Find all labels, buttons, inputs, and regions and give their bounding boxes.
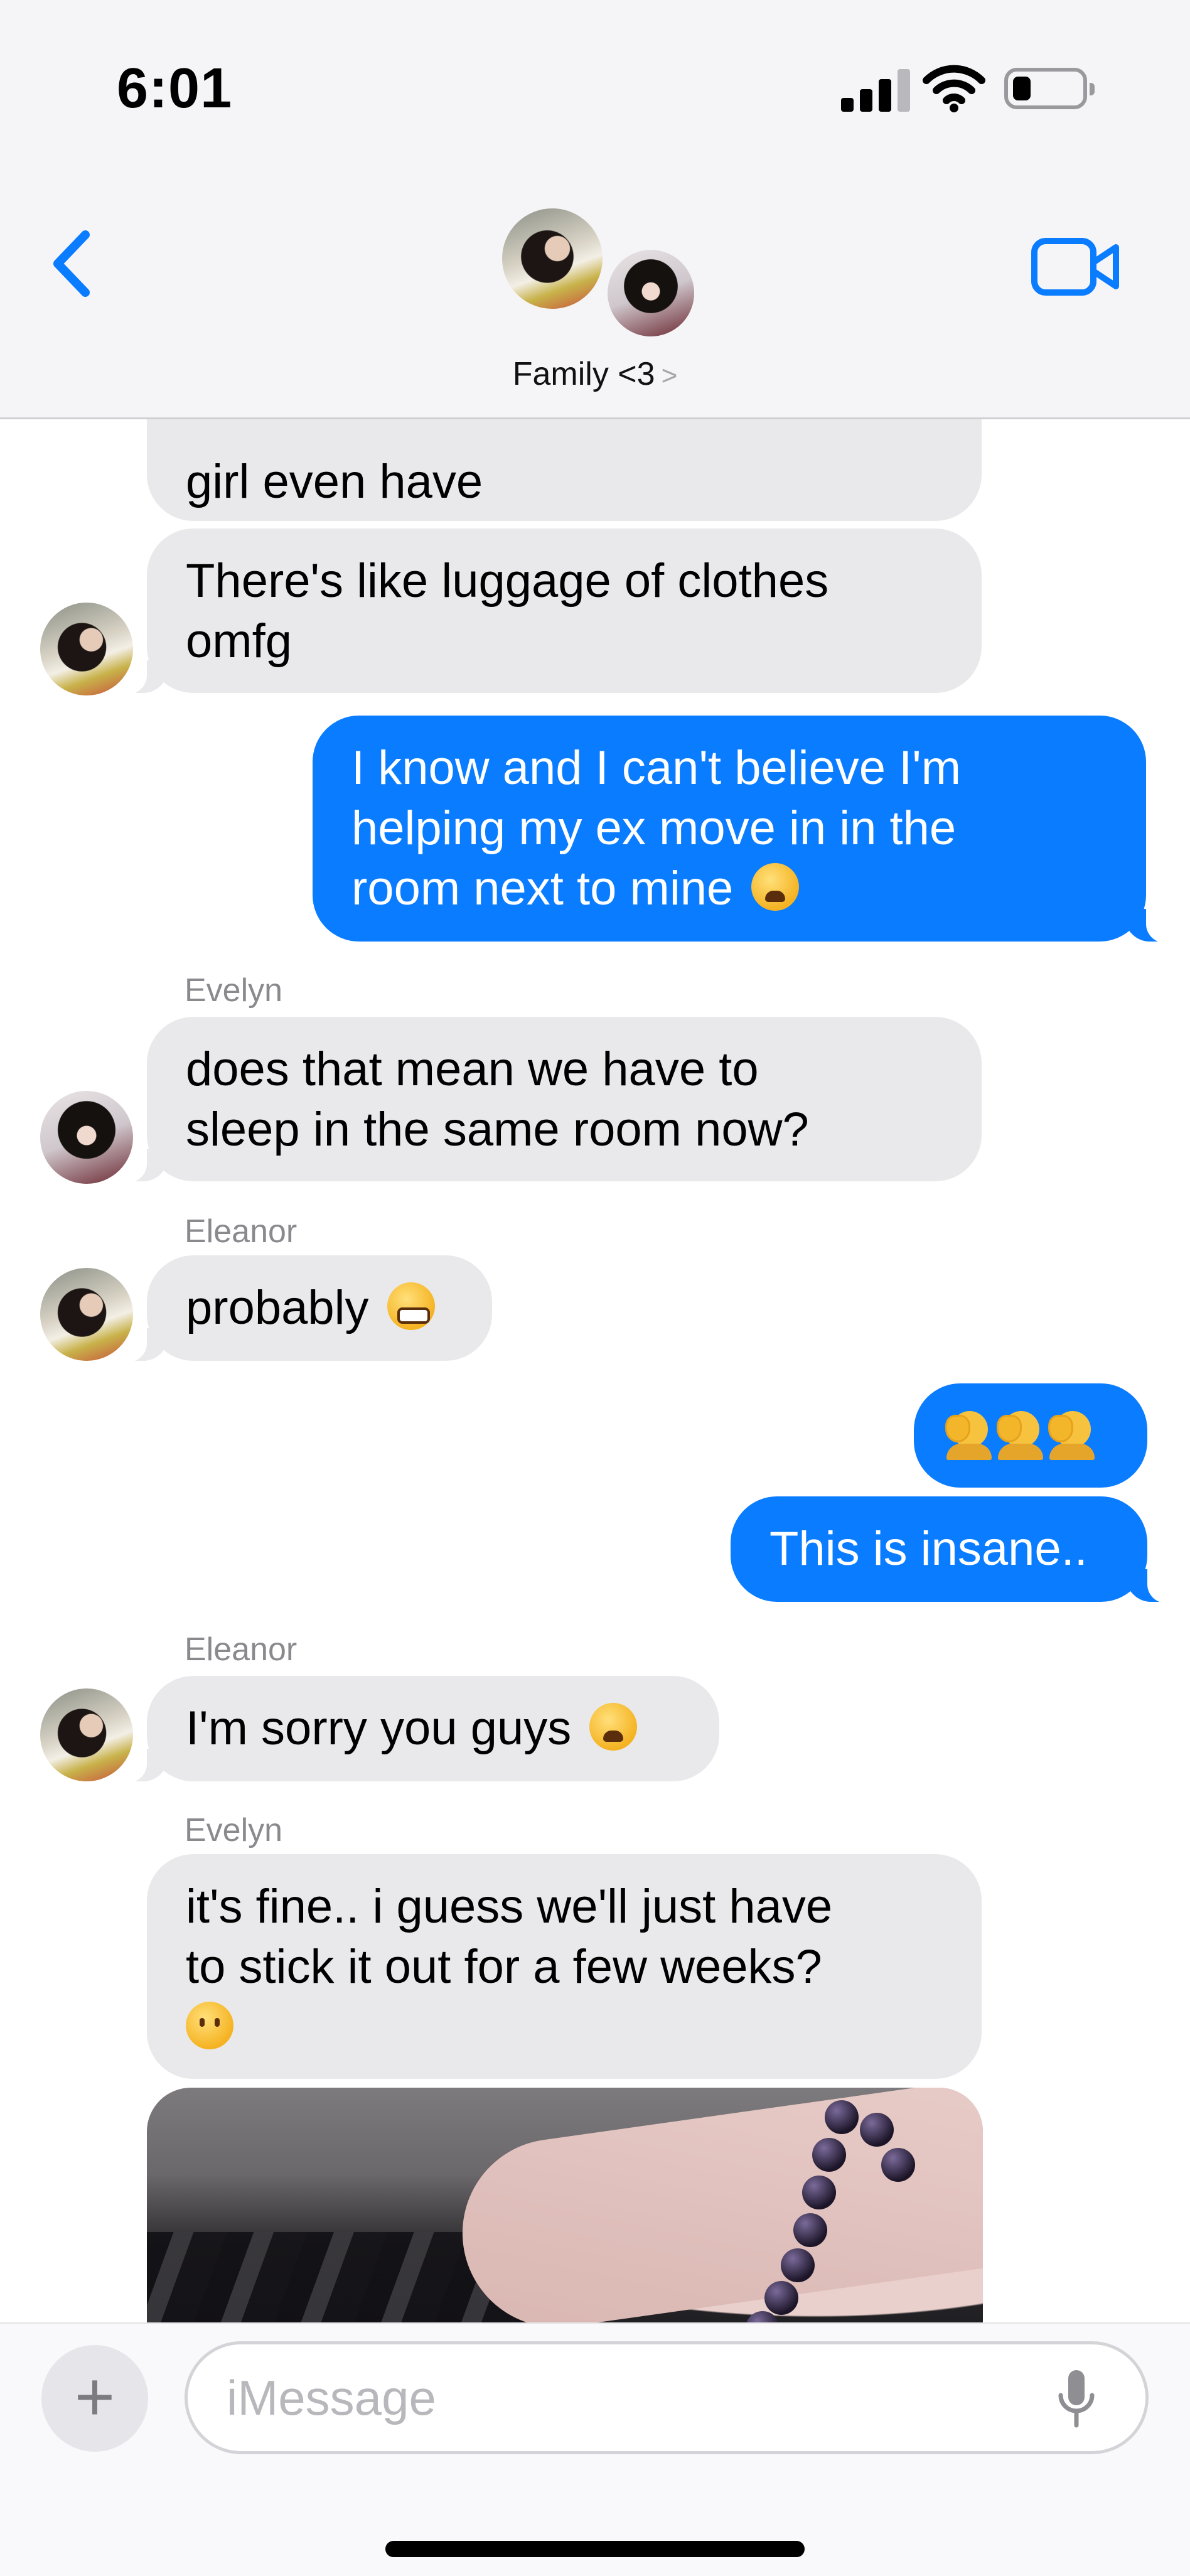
message-bubble-incoming[interactable]: does that mean we have to sleep in the s… (115, 1017, 982, 1183)
weary-face-emoji-icon (751, 863, 800, 911)
message-text-line (186, 1997, 943, 2058)
message-bubble-outgoing[interactable]: I know and I can't believe I'm helping m… (313, 716, 1177, 943)
facepalm-emoji-icon (995, 1409, 1044, 1460)
photo-bead (825, 2100, 859, 2134)
photo-bead (764, 2281, 798, 2315)
group-avatar-eleanor[interactable] (498, 205, 606, 313)
message-text: room next to mine (351, 862, 734, 915)
group-name-label: Family <3 (512, 356, 655, 392)
message-bubble-incoming[interactable]: I'm sorry you guys (115, 1676, 719, 1783)
sender-name: Evelyn (185, 1812, 283, 1849)
sender-avatar-eleanor[interactable] (40, 1268, 133, 1361)
photo-bead (881, 2148, 915, 2182)
message-text-line: room next to mine (351, 859, 1107, 919)
message-text-line: omfg (186, 614, 292, 668)
message-text-line: There's like luggage of clothes (186, 554, 829, 608)
facepalm-emoji-icon (944, 1409, 993, 1460)
message-text: probably (186, 1281, 369, 1334)
sender-avatar-eleanor[interactable] (40, 1688, 133, 1781)
photo-bead (802, 2176, 836, 2209)
plus-button[interactable]: + (41, 2345, 148, 2452)
message-compose-bar: + (0, 2322, 1190, 2576)
microphone-icon[interactable] (1054, 2368, 1098, 2430)
chevron-right-icon: > (661, 360, 678, 391)
photo-bead (812, 2138, 846, 2172)
video-call-icon[interactable] (1029, 232, 1123, 301)
face-without-mouth-emoji-icon (186, 2002, 233, 2049)
imessage-input[interactable] (185, 2341, 1149, 2454)
sender-name: Eleanor (185, 1213, 298, 1250)
battery-level (1013, 77, 1031, 100)
message-text-line: sleep in the same room now? (186, 1103, 809, 1156)
message-bubble-incoming[interactable]: it's fine.. i guess we'll just have to s… (147, 1854, 982, 2079)
wifi-icon (923, 65, 985, 112)
cellular-signal-icon (841, 69, 910, 112)
photo-bead (793, 2213, 827, 2247)
photo-bead (781, 2248, 815, 2282)
group-avatar-evelyn[interactable] (604, 246, 698, 340)
group-name-button[interactable]: Family <3 > (0, 355, 1190, 393)
sender-name: Evelyn (185, 972, 283, 1009)
sender-avatar-evelyn[interactable] (40, 1091, 133, 1184)
message-text-line: it's fine.. i guess we'll just have (186, 1880, 833, 1933)
message-bubble-outgoing[interactable]: This is insane.. (731, 1496, 1179, 1603)
message-bubble-incoming[interactable]: probably (115, 1255, 492, 1362)
sender-name: Eleanor (185, 1631, 298, 1668)
message-text: This is insane.. (769, 1522, 1088, 1575)
photo-wrist (450, 2088, 983, 2340)
facepalm-emoji-icon (1047, 1409, 1096, 1460)
sender-avatar-eleanor[interactable] (40, 603, 133, 695)
message-bubble-outgoing[interactable] (914, 1383, 1147, 1488)
battery-icon (1004, 68, 1095, 109)
message-text-line: I know and I can't believe I'm (351, 741, 962, 795)
message-text: I'm sorry you guys (186, 1702, 572, 1755)
message-text-line: to stick it out for a few weeks? (186, 1940, 822, 1994)
home-indicator[interactable] (385, 2541, 805, 2557)
message-text-line: does that mean we have to (186, 1043, 759, 1096)
message-bubble-incoming[interactable]: There's like luggage of clothes omfg (115, 529, 982, 694)
imessage-screen: girl even have There's like luggage of c… (0, 0, 1190, 2576)
message-text-line: helping my ex move in in the (351, 802, 957, 855)
back-chevron-icon[interactable] (44, 226, 100, 301)
navigation-header: 6:01 Family <3 > (0, 0, 1190, 419)
message-text: girl even have (186, 455, 483, 508)
grimacing-face-emoji-icon (387, 1282, 435, 1330)
photo-bead (860, 2113, 894, 2147)
status-time: 6:01 (117, 57, 233, 120)
weary-face-emoji-icon (589, 1703, 638, 1751)
